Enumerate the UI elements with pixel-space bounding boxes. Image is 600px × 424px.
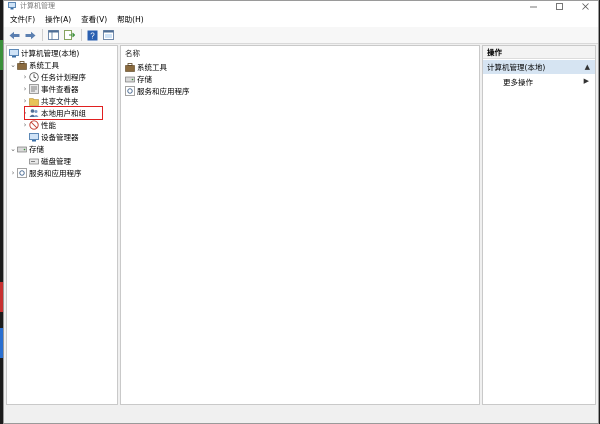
tree-label: 计算机管理(本地)	[21, 48, 80, 58]
menu-action[interactable]: 操作(A)	[39, 12, 75, 27]
expand-chevron-right-icon[interactable]: ›	[21, 121, 29, 129]
actions-pane: 操作 计算机管理(本地) ▲ 更多操作 ▶	[482, 45, 596, 405]
column-header-name[interactable]: 名称	[125, 48, 140, 59]
expand-chevron-right-icon[interactable]: ›	[21, 73, 29, 81]
tree-item-services-applications[interactable]: › 服务和应用程序	[9, 167, 82, 179]
tree-label: 服务和应用程序	[29, 168, 82, 178]
highlight-annotation-box	[24, 106, 103, 120]
help-button[interactable]: ?	[85, 29, 99, 42]
list-item-services-applications[interactable]: 服务和应用程序	[125, 85, 190, 97]
title-bar[interactable]: 计算机管理	[4, 1, 598, 12]
show-hide-tree-button[interactable]	[46, 29, 60, 42]
expand-chevron-right-icon[interactable]: ›	[21, 97, 29, 105]
tree-item-task-scheduler[interactable]: › 任务计划程序	[21, 71, 86, 83]
close-button[interactable]	[572, 1, 598, 12]
tree-label: 磁盘管理	[41, 156, 71, 166]
list-item-label: 存储	[137, 74, 152, 84]
tree-label: 共享文件夹	[41, 96, 79, 106]
services-icon	[125, 86, 135, 96]
tree-label: 系统工具	[29, 60, 59, 70]
tree-item-event-viewer[interactable]: › 事件查看器	[21, 83, 79, 95]
menu-bar: 文件(F) 操作(A) 查看(V) 帮助(H)	[4, 12, 598, 28]
device-manager-icon	[29, 132, 39, 142]
clock-icon	[29, 72, 39, 82]
tree-label: 事件查看器	[41, 84, 79, 94]
tree-label: 设备管理器	[41, 132, 79, 142]
tree-item-root[interactable]: 计算机管理(本地)	[9, 47, 79, 59]
list-item-label: 系统工具	[137, 62, 167, 72]
shared-folder-icon	[29, 96, 39, 106]
menu-file[interactable]: 文件(F)	[4, 12, 39, 27]
help-icon: ?	[87, 30, 97, 40]
disk-management-icon	[29, 156, 39, 166]
expand-chevron-right-icon[interactable]: ›	[21, 85, 29, 93]
computer-icon	[9, 48, 19, 58]
event-viewer-icon	[29, 84, 39, 94]
expand-chevron-down-icon[interactable]: ⌄	[9, 61, 17, 69]
expand-chevron-right-icon[interactable]: ›	[9, 169, 17, 177]
tree-item-device-manager[interactable]: 设备管理器	[29, 131, 79, 143]
export-icon	[63, 30, 75, 40]
services-icon	[17, 168, 27, 178]
console-tree-pane: 计算机管理(本地) ⌄ 系统工具 › 任务计划程序 › 事件查看器 › 共享文件…	[6, 45, 118, 405]
properties-button[interactable]	[101, 29, 115, 42]
properties-icon	[102, 30, 114, 40]
submenu-arrow-icon[interactable]: ▶	[584, 77, 589, 85]
window-title: 计算机管理	[20, 2, 55, 10]
back-arrow-icon	[9, 31, 19, 39]
toolbar-separator	[42, 29, 43, 41]
menu-view[interactable]: 查看(V)	[75, 12, 111, 27]
list-item-system-tools[interactable]: 系统工具	[125, 61, 167, 73]
toolbox-icon	[17, 60, 27, 70]
computer-management-icon	[8, 2, 16, 10]
menu-help[interactable]: 帮助(H)	[111, 12, 148, 27]
toolbox-icon	[125, 62, 135, 72]
storage-icon	[17, 144, 27, 154]
tree-item-storage[interactable]: ⌄ 存储	[9, 143, 44, 155]
list-item-label: 服务和应用程序	[137, 86, 190, 96]
computer-management-window: 计算机管理 文件(F) 操作(A) 查看(V) 帮助(H) ? 计算机管理(本地…	[3, 0, 599, 424]
minimize-button[interactable]	[520, 1, 546, 12]
tree-item-performance[interactable]: › 性能	[21, 119, 56, 131]
actions-pane-title: 操作	[483, 46, 595, 59]
performance-icon	[29, 120, 39, 130]
actions-section-header[interactable]: 计算机管理(本地) ▲	[483, 60, 595, 74]
tree-item-disk-management[interactable]: 磁盘管理	[29, 155, 71, 167]
storage-icon	[125, 74, 135, 84]
tree-label: 存储	[29, 144, 44, 154]
tree-item-system-tools[interactable]: ⌄ 系统工具	[9, 59, 59, 71]
forward-button[interactable]	[23, 29, 37, 42]
more-actions-item[interactable]: 更多操作	[503, 77, 533, 88]
expand-chevron-down-icon[interactable]: ⌄	[9, 145, 17, 153]
collapse-chevron-up-icon[interactable]: ▲	[585, 63, 590, 71]
status-bar	[4, 406, 598, 423]
tree-label: 任务计划程序	[41, 72, 86, 82]
list-item-storage[interactable]: 存储	[125, 73, 152, 85]
export-list-button[interactable]	[62, 29, 76, 42]
results-pane: 名称 系统工具 存储 服务和应用程序	[120, 45, 480, 405]
tree-label: 性能	[41, 120, 56, 130]
toolbar-separator	[81, 29, 82, 41]
forward-arrow-icon	[25, 31, 35, 39]
console-tree-icon	[47, 30, 59, 40]
toolbar: ?	[4, 27, 598, 44]
maximize-button[interactable]	[546, 1, 572, 12]
actions-section-label: 计算机管理(本地)	[487, 62, 546, 72]
back-button[interactable]	[7, 29, 21, 42]
svg-text:?: ?	[90, 31, 95, 40]
